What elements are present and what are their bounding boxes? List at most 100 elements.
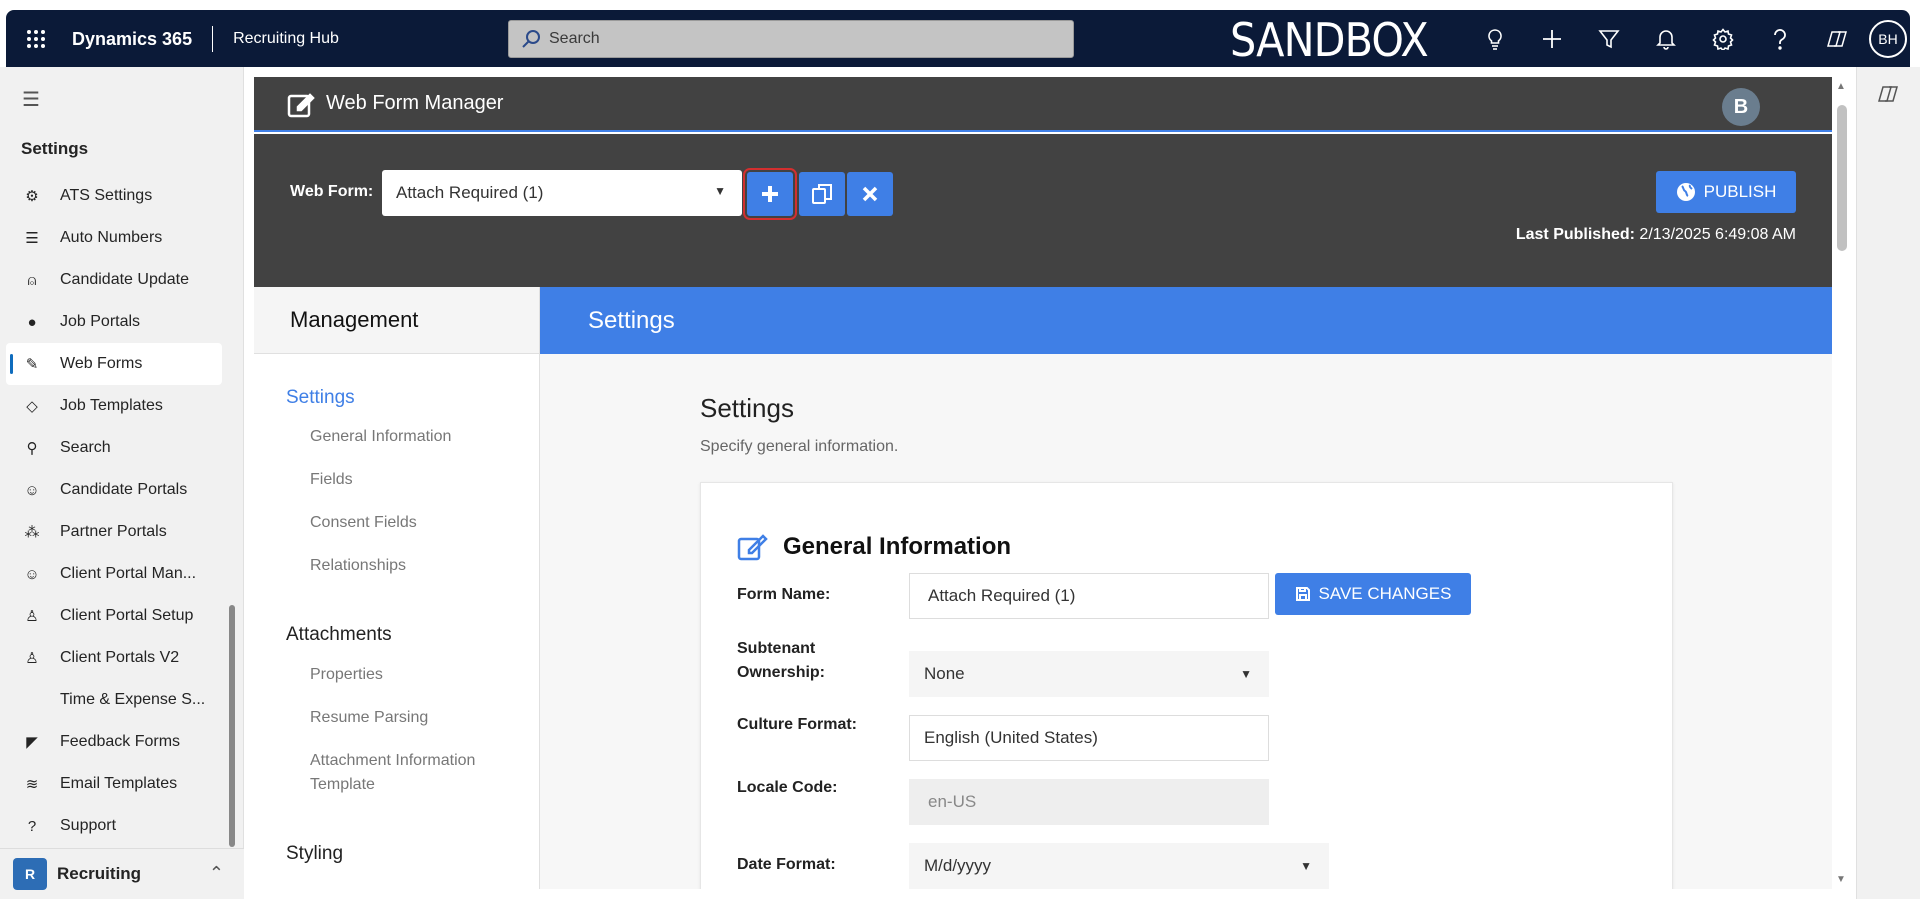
top-navigation-inner: Dynamics 365 Recruiting Hub Search SANDB… — [6, 10, 1910, 67]
lightbulb-icon[interactable] — [1466, 10, 1523, 67]
sidebar-item-label: Candidate Portals — [60, 481, 188, 498]
section-band-title: Settings — [540, 287, 1832, 354]
frame-scrollbar[interactable]: ▲ ▼ — [1832, 77, 1852, 889]
filter-icon[interactable] — [1580, 10, 1637, 67]
nav-item-properties[interactable]: Properties — [310, 663, 510, 687]
nav-item-relationships[interactable]: Relationships — [310, 554, 510, 578]
nav-section-styling[interactable]: Styling — [286, 843, 343, 865]
sidebar-item-client-portals-v2[interactable]: ♙ Client Portals V2 — [6, 637, 222, 679]
nav-section-attachments[interactable]: Attachments — [286, 624, 392, 646]
add-icon[interactable] — [1523, 10, 1580, 67]
web-form-toolbar: Web Form: Attach Required (1) ▼ PUBLISH … — [254, 134, 1832, 287]
people-icon: ☺ — [24, 481, 40, 499]
form-name-input[interactable]: Attach Required (1) — [909, 573, 1269, 619]
globe-icon: ● — [27, 313, 37, 331]
scroll-up-arrow-icon[interactable]: ▲ — [1836, 81, 1846, 92]
question-circle-icon: ? — [27, 817, 37, 835]
sidebar-item-auto-numbers[interactable]: ☰ Auto Numbers — [6, 217, 222, 259]
locale-code-label: Locale Code: — [737, 779, 838, 796]
edit-icon — [737, 534, 768, 561]
copy-form-button[interactable] — [799, 172, 845, 216]
subtenant-ownership-select[interactable]: None ▼ — [909, 651, 1269, 697]
area-badge: R — [13, 858, 47, 890]
web-form-select-value: Attach Required (1) — [396, 183, 544, 202]
user-avatar[interactable]: BH — [1869, 19, 1907, 58]
sidebar-item-client-portal-man[interactable]: ☺ Client Portal Man... — [6, 553, 222, 595]
sidebar-item-support[interactable]: ? Support — [6, 805, 222, 847]
web-form-label: Web Form: — [290, 183, 374, 200]
sidebar-item-job-templates[interactable]: ◇ Job Templates — [6, 385, 222, 427]
date-format-select[interactable]: M/d/yyyy ▼ — [909, 843, 1329, 889]
scroll-down-arrow-icon[interactable]: ▼ — [1836, 874, 1846, 885]
sidebar-item-partner-portals[interactable]: ⁂ Partner Portals — [6, 511, 222, 553]
dropdown-arrow-icon: ▼ — [714, 184, 726, 198]
nav-item-resume-parsing[interactable]: Resume Parsing — [310, 706, 510, 730]
user-avatar[interactable]: B — [1722, 88, 1760, 126]
area-name: Recruiting — [57, 864, 142, 883]
settings-title: Settings — [700, 393, 794, 423]
sidebar-item-web-forms[interactable]: ✎ Web Forms — [6, 343, 222, 385]
sidebar-item-time-expense[interactable]: Time & Expense S... — [6, 679, 222, 721]
nav-item-fields[interactable]: Fields — [310, 468, 510, 492]
sidebar-item-label: Client Portal Setup — [60, 607, 194, 624]
sidebar-item-feedback-forms[interactable]: ◤ Feedback Forms — [6, 721, 222, 763]
plus-icon — [762, 186, 778, 202]
add-form-button[interactable] — [743, 168, 797, 220]
sidebar-item-job-portals[interactable]: ● Job Portals — [6, 301, 222, 343]
dropdown-arrow-icon: ▼ — [1300, 859, 1312, 873]
sidebar-item-client-portal-setup[interactable]: ♙ Client Portal Setup — [6, 595, 222, 637]
sidebar-item-ats-settings[interactable]: ⚙ ATS Settings — [6, 175, 222, 217]
management-heading: Management — [254, 287, 539, 354]
group-icon: ⁂ — [24, 524, 40, 541]
person-sync-icon: ⍝ — [27, 271, 37, 289]
publish-label: PUBLISH — [1703, 182, 1777, 201]
hub-name[interactable]: Recruiting Hub — [233, 30, 339, 48]
nav-item-general-information[interactable]: General Information — [310, 425, 510, 449]
publish-button[interactable]: PUBLISH — [1656, 171, 1796, 213]
bell-icon[interactable] — [1637, 10, 1694, 67]
sidebar-item-candidate-update[interactable]: ⍝ Candidate Update — [6, 259, 222, 301]
sidebar-item-label: Job Templates — [60, 397, 163, 414]
web-form-select[interactable]: Attach Required (1) ▼ — [382, 170, 742, 216]
nav-section-settings[interactable]: Settings — [286, 387, 355, 409]
sidebar-item-label: ATS Settings — [60, 187, 153, 204]
nav-item-attachment-information-template[interactable]: Attachment Information Template — [310, 749, 510, 797]
culture-format-label: Culture Format: — [737, 716, 857, 733]
sidebar-scrollbar[interactable] — [229, 605, 235, 847]
save-changes-button[interactable]: SAVE CHANGES — [1275, 573, 1471, 615]
save-changes-label: SAVE CHANGES — [1318, 584, 1452, 603]
sidebar-item-search[interactable]: ⚲ Search — [6, 427, 222, 469]
sidebar-item-candidate-portals[interactable]: ☺ Candidate Portals — [6, 469, 222, 511]
sidebar-item-email-templates[interactable]: ≋ Email Templates — [6, 763, 222, 805]
help-icon[interactable] — [1751, 10, 1808, 67]
culture-format-input[interactable]: English (United States) — [909, 715, 1269, 761]
copy-icon — [812, 184, 832, 204]
gear-icon[interactable] — [1694, 10, 1751, 67]
app-launcher-icon[interactable] — [10, 10, 62, 67]
sidebar-item-label: Client Portal Man... — [60, 565, 197, 582]
delete-form-button[interactable] — [847, 172, 893, 216]
app-name[interactable]: Dynamics 365 — [72, 25, 214, 52]
copilot-icon[interactable] — [1808, 10, 1865, 67]
locale-code-value: en-US — [928, 792, 977, 811]
person-icon: ♙ — [25, 650, 39, 667]
form-name-label: Form Name: — [737, 586, 831, 603]
page-title: Web Form Manager — [326, 92, 504, 114]
sidebar-items: ⚙ ATS Settings ☰ Auto Numbers ⍝ Candidate U… — [6, 175, 222, 847]
hamburger-menu-icon[interactable]: ☰ — [22, 87, 40, 112]
layers-icon: ≋ — [25, 776, 39, 793]
scrollbar-thumb[interactable] — [1837, 105, 1847, 251]
sidebar-item-label: Client Portals V2 — [60, 649, 180, 666]
sidebar-item-label: Search — [60, 439, 111, 456]
global-search-input[interactable]: Search — [508, 20, 1074, 58]
subtenant-ownership-value: None — [924, 664, 965, 683]
gear-icon: ⚙ — [25, 188, 39, 205]
last-published-info: Last Published: 2/13/2025 6:49:08 AM — [1516, 226, 1796, 244]
area-switcher[interactable]: R Recruiting ⌃ — [0, 848, 244, 899]
card-title: General Information — [783, 533, 1012, 560]
top-icon-group: BH — [1466, 10, 1907, 67]
nav-item-consent-fields[interactable]: Consent Fields — [310, 511, 510, 535]
copilot-icon[interactable] — [1877, 83, 1899, 110]
feedback-icon: ◤ — [26, 734, 38, 751]
form-name-value: Attach Required (1) — [928, 586, 1076, 605]
